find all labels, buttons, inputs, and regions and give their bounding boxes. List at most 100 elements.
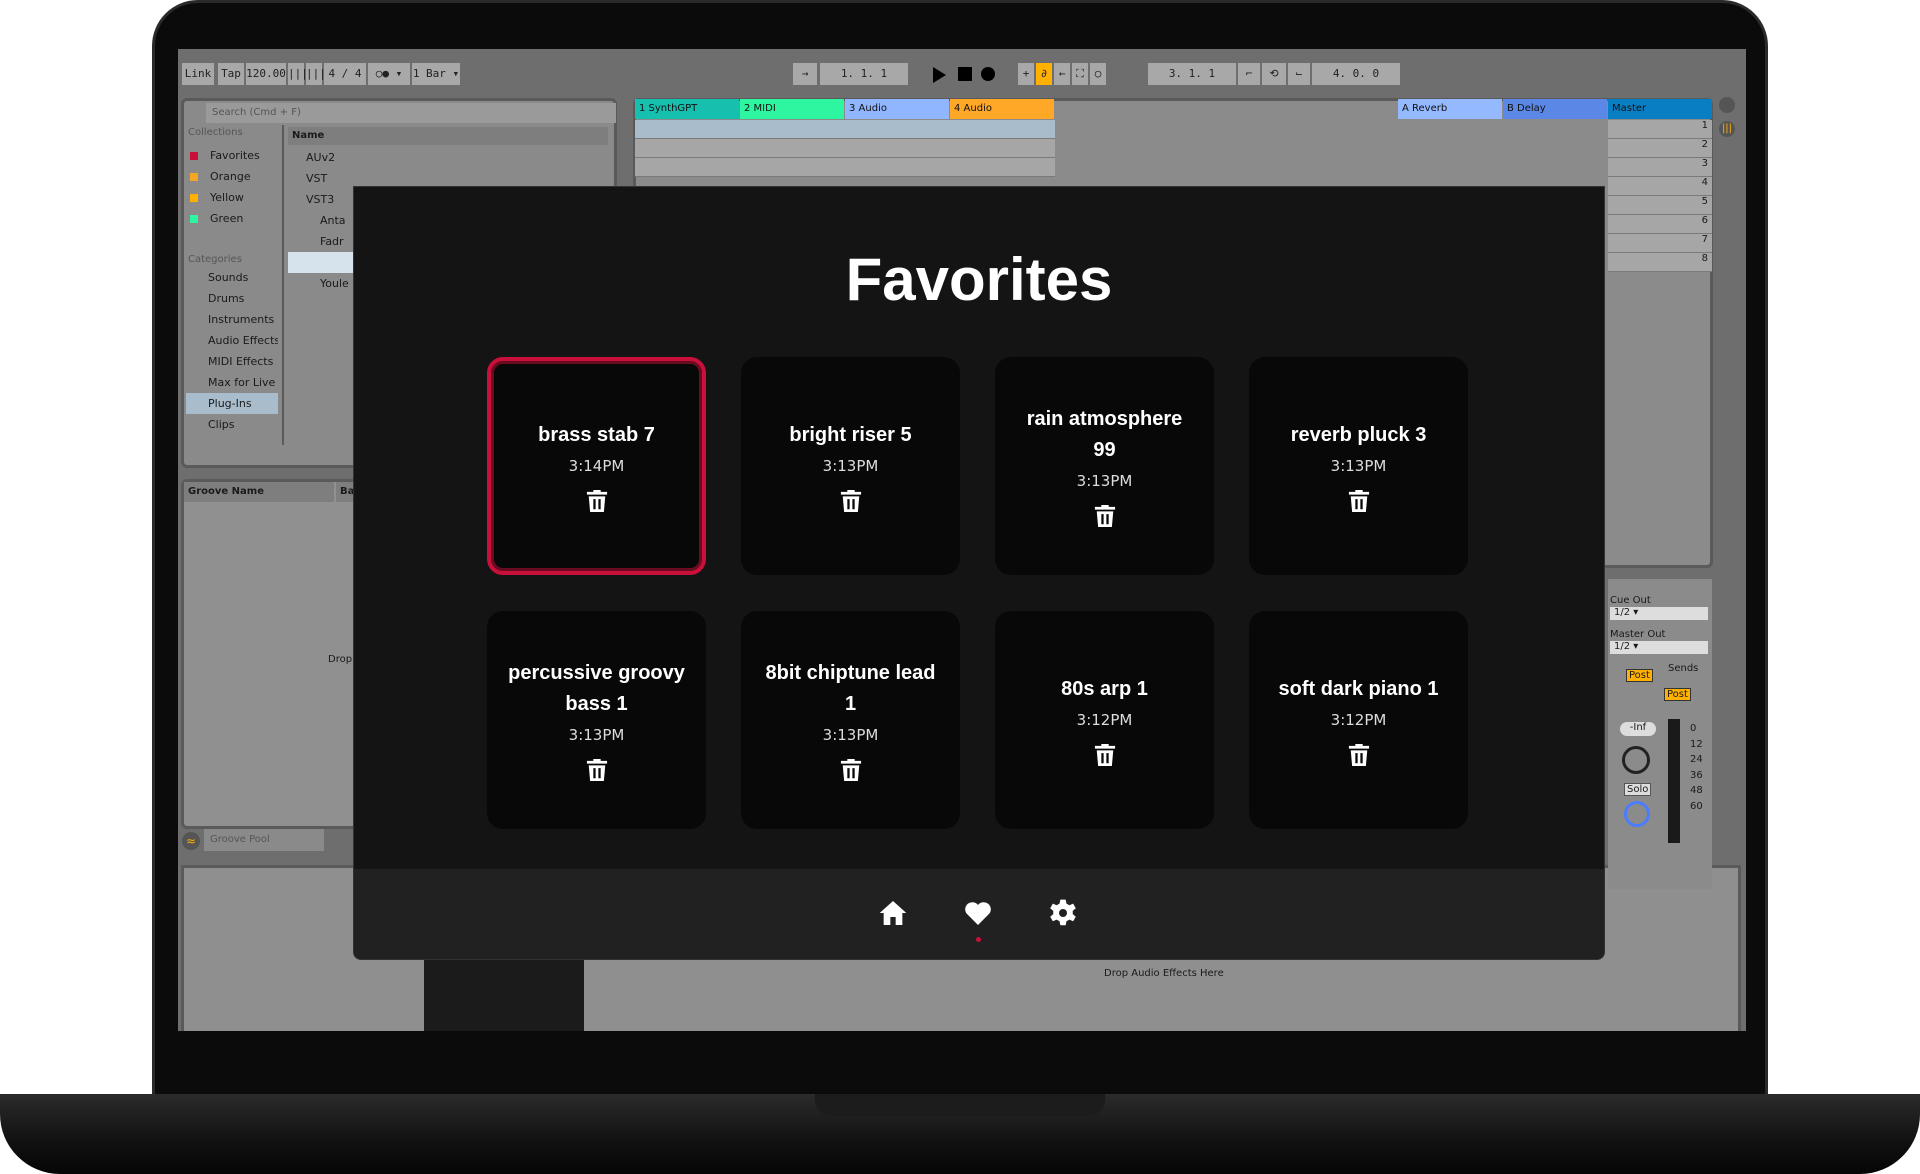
tap-button[interactable]: Tap xyxy=(218,63,244,85)
trash-icon[interactable] xyxy=(1348,489,1370,513)
category-drums[interactable]: Drums xyxy=(186,288,278,309)
trash-icon[interactable] xyxy=(586,758,608,782)
scene-launch[interactable]: 4 xyxy=(1608,177,1712,196)
volume-display[interactable]: -Inf xyxy=(1620,722,1656,736)
gear-icon[interactable] xyxy=(1047,897,1079,929)
favorite-card[interactable]: reverb pluck 3 3:13PM xyxy=(1249,357,1468,575)
favorite-name: bright riser 5 xyxy=(789,423,912,446)
solo-button[interactable]: Solo xyxy=(1624,783,1652,796)
scene-launch[interactable]: 5 xyxy=(1608,196,1712,215)
collection-label: Green xyxy=(210,212,244,225)
favorite-card[interactable]: rain atmosphere 99 3:13PM xyxy=(995,357,1214,575)
return-header-a[interactable]: A Reverb xyxy=(1398,99,1502,119)
favorite-card[interactable]: 80s arp 1 3:12PM xyxy=(995,611,1214,829)
trash-icon[interactable] xyxy=(1094,743,1116,767)
scene-launch[interactable]: 6 xyxy=(1608,215,1712,234)
favorite-time: 3:12PM xyxy=(1076,710,1133,729)
groove-pool-toggle-icon[interactable]: ≈ xyxy=(182,832,200,850)
favorite-card[interactable]: percussive groovy bass 1 3:13PM xyxy=(487,611,706,829)
scene-launch[interactable]: 3 xyxy=(1608,158,1712,177)
category-sounds[interactable]: Sounds xyxy=(186,267,278,288)
clip-slots xyxy=(635,120,1055,177)
favorite-time: 3:13PM xyxy=(1330,456,1387,475)
trash-icon[interactable] xyxy=(1348,743,1370,767)
cue-volume-knob[interactable] xyxy=(1624,801,1650,827)
punch-in-button[interactable]: ⌐ xyxy=(1238,63,1260,85)
trash-icon[interactable] xyxy=(840,758,862,782)
mixer-toggle-icon[interactable]: ||| xyxy=(1719,121,1735,137)
cue-out-value: 1/2 xyxy=(1614,607,1631,618)
category-midi-effects[interactable]: MIDI Effects xyxy=(186,351,278,372)
cue-out-select[interactable]: 1/2 ▾ xyxy=(1610,607,1708,620)
scene-launch[interactable]: 2 xyxy=(1608,139,1712,158)
favorite-name: 80s arp 1 xyxy=(1061,677,1148,700)
trash-icon[interactable] xyxy=(586,489,608,513)
category-plug-ins[interactable]: Plug-Ins xyxy=(186,393,278,414)
color-swatch xyxy=(190,151,198,160)
heart-icon[interactable] xyxy=(962,897,994,929)
home-icon[interactable] xyxy=(877,897,909,929)
nudge-up-button[interactable]: ||| xyxy=(306,63,326,85)
scene-launch[interactable]: 7 xyxy=(1608,234,1712,253)
category-instruments[interactable]: Instruments xyxy=(186,309,278,330)
track-header-2[interactable]: 2 MIDI xyxy=(740,99,844,119)
favorite-card[interactable]: bright riser 5 3:13PM xyxy=(741,357,960,575)
collection-green[interactable]: Green xyxy=(190,208,280,229)
send-b-post-button[interactable]: Post xyxy=(1664,688,1691,701)
collection-orange[interactable]: Orange xyxy=(190,166,280,187)
category-clips[interactable]: Clips xyxy=(186,414,278,435)
nudge-down-button[interactable]: ||| xyxy=(288,63,308,85)
favorite-name: 8bit chiptune lead 1 xyxy=(765,662,936,715)
punch-out-button[interactable]: ⌙ xyxy=(1288,63,1310,85)
tree-item[interactable]: AUv2 xyxy=(288,147,488,168)
search-input[interactable]: Search (Cmd + F) xyxy=(206,103,616,123)
scene-launch[interactable]: 1 xyxy=(1608,120,1712,139)
track-header-1[interactable]: 1 SynthGPT xyxy=(635,99,739,119)
groove-name-header[interactable]: Groove Name xyxy=(184,482,334,502)
return-header-b[interactable]: B Delay xyxy=(1503,99,1607,119)
loop-length-field[interactable]: 4. 0. 0 xyxy=(1312,63,1400,85)
back-to-arrangement-button[interactable]: ← xyxy=(1054,63,1070,85)
clip-slot[interactable] xyxy=(635,158,1055,177)
session-record-button[interactable]: ○ xyxy=(1090,63,1106,85)
time-signature-field[interactable]: 4 / 4 xyxy=(324,63,366,85)
category-max-for-live[interactable]: Max for Live xyxy=(186,372,278,393)
track-header-4[interactable]: 4 Audio xyxy=(950,99,1054,119)
record-button[interactable] xyxy=(981,67,995,81)
category-audio-effects[interactable]: Audio Effects xyxy=(186,330,278,351)
play-button[interactable] xyxy=(933,67,946,83)
stop-button[interactable] xyxy=(958,67,972,81)
color-swatch xyxy=(190,193,198,202)
bottom-nav xyxy=(354,869,1604,959)
clip-slot[interactable] xyxy=(635,120,1055,139)
collection-yellow[interactable]: Yellow xyxy=(190,187,280,208)
scene-launch[interactable]: 8 xyxy=(1608,253,1712,272)
meter-tick: 36 xyxy=(1690,769,1703,781)
master-out-select[interactable]: 1/2 ▾ xyxy=(1610,641,1708,654)
trash-icon[interactable] xyxy=(840,489,862,513)
position-field[interactable]: 1. 1. 1 xyxy=(820,63,908,85)
collection-favorites[interactable]: Favorites xyxy=(190,145,280,166)
track-header-3[interactable]: 3 Audio xyxy=(845,99,949,119)
clip-slot[interactable] xyxy=(635,139,1055,158)
favorite-card[interactable]: brass stab 7 3:14PM xyxy=(487,357,706,575)
overdub-button[interactable]: + xyxy=(1018,63,1034,85)
favorite-card[interactable]: soft dark piano 1 3:12PM xyxy=(1249,611,1468,829)
automation-arm-button[interactable]: ∂ xyxy=(1036,63,1052,85)
loop-start-field[interactable]: 3. 1. 1 xyxy=(1148,63,1236,85)
capture-button[interactable]: ⛶ xyxy=(1072,63,1088,85)
favorite-card[interactable]: 8bit chiptune lead 1 3:13PM xyxy=(741,611,960,829)
trash-icon[interactable] xyxy=(1094,504,1116,528)
name-column-header[interactable]: Name xyxy=(288,127,608,145)
follow-button[interactable]: → xyxy=(793,63,817,85)
tempo-field[interactable]: 120.00 xyxy=(246,63,286,85)
quantize-dropdown[interactable]: 1 Bar ▾ xyxy=(412,63,460,85)
master-header[interactable]: Master xyxy=(1608,99,1712,119)
send-a-post-button[interactable]: Post xyxy=(1626,669,1653,682)
menu-icon[interactable] xyxy=(1719,97,1735,113)
metronome-button[interactable]: ○● ▾ xyxy=(368,63,410,85)
level-meter xyxy=(1668,719,1680,843)
loop-button[interactable]: ⟲ xyxy=(1262,63,1286,85)
link-button[interactable]: Link xyxy=(182,63,214,85)
pan-knob[interactable] xyxy=(1622,746,1650,774)
